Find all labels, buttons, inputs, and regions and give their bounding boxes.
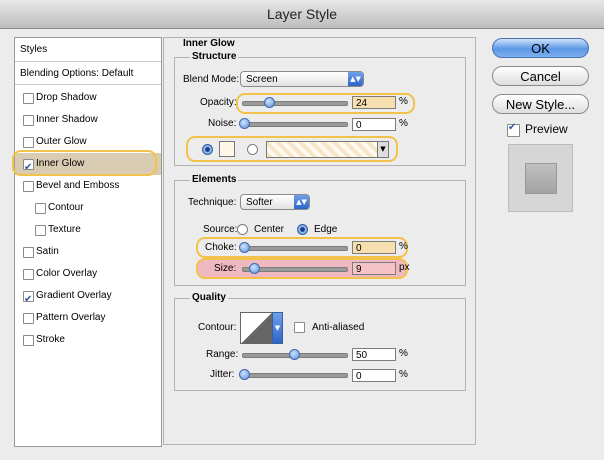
size-unit: px xyxy=(399,262,410,273)
panel-title: Inner Glow xyxy=(183,38,235,49)
blend-mode-value: Screen xyxy=(246,74,278,85)
checkbox[interactable] xyxy=(23,313,34,324)
technique-select[interactable]: Softer ▲▼ xyxy=(240,194,310,210)
style-item-label: Texture xyxy=(48,224,81,235)
blend-mode-label: Blend Mode: xyxy=(183,74,240,85)
jitter-unit: % xyxy=(399,369,408,380)
noise-slider[interactable] xyxy=(242,122,348,127)
quality-title: Quality xyxy=(190,292,228,303)
inner-glow-highlight xyxy=(12,150,157,176)
style-item-color-overlay[interactable]: Color Overlay xyxy=(15,263,161,285)
styles-header[interactable]: Styles xyxy=(15,38,161,62)
checkbox[interactable] xyxy=(23,181,34,192)
style-item-pattern-overlay[interactable]: Pattern Overlay xyxy=(15,307,161,329)
gradient-picker[interactable] xyxy=(266,141,389,158)
jitter-slider[interactable] xyxy=(242,373,348,378)
checkmark-icon[interactable] xyxy=(507,122,520,137)
choke-unit: % xyxy=(399,241,408,252)
source-label: Source: xyxy=(203,224,238,235)
noise-unit: % xyxy=(399,118,408,129)
contour-label: Contour: xyxy=(198,322,237,333)
choke-slider[interactable] xyxy=(242,246,348,251)
checkbox[interactable] xyxy=(35,225,46,236)
style-item-gradient-overlay[interactable]: Gradient Overlay xyxy=(15,285,161,311)
checkbox[interactable] xyxy=(23,137,34,148)
source-edge-label: Edge xyxy=(314,224,338,235)
style-item-label: Drop Shadow xyxy=(36,92,97,103)
source-center-label: Center xyxy=(254,224,285,235)
size-slider-knob[interactable] xyxy=(249,263,260,274)
style-item-texture[interactable]: Texture xyxy=(15,219,161,241)
range-unit: % xyxy=(399,348,408,359)
style-preview-thumbnail xyxy=(508,144,573,212)
checkbox[interactable] xyxy=(23,269,34,280)
style-item-stroke[interactable]: Stroke xyxy=(15,329,161,351)
jitter-input[interactable]: 0 xyxy=(352,369,396,382)
style-item-label: Pattern Overlay xyxy=(36,312,106,323)
choke-slider-knob[interactable] xyxy=(239,242,250,253)
checkbox[interactable] xyxy=(35,203,46,214)
checkbox[interactable] xyxy=(23,247,34,258)
opacity-slider-knob[interactable] xyxy=(264,97,275,108)
range-label: Range: xyxy=(206,349,239,360)
opacity-input[interactable]: 24 xyxy=(352,96,396,109)
checkbox[interactable] xyxy=(23,93,34,104)
checkmark-icon[interactable] xyxy=(23,289,34,311)
cancel-button[interactable]: Cancel xyxy=(492,66,589,86)
elements-title: Elements xyxy=(190,174,239,185)
chevron-down-icon[interactable]: ▼ xyxy=(377,141,389,158)
gradient-radio[interactable] xyxy=(247,144,258,155)
chevron-down-icon[interactable]: ▼ xyxy=(272,312,283,344)
structure-title: Structure xyxy=(190,51,239,62)
style-item-label: Satin xyxy=(36,246,59,257)
noise-input[interactable]: 0 xyxy=(352,118,396,131)
popup-arrow-icon: ▲▼ xyxy=(294,195,309,209)
style-item-label: Bevel and Emboss xyxy=(36,180,120,191)
blend-mode-select[interactable]: Screen ▲▼ xyxy=(240,71,364,87)
style-item-label: Stroke xyxy=(36,334,65,345)
styles-list: Styles Blending Options: Default Drop Sh… xyxy=(14,37,162,447)
preview-label: Preview xyxy=(525,122,568,136)
style-item-bevel-emboss[interactable]: Bevel and Emboss xyxy=(15,175,161,197)
jitter-slider-knob[interactable] xyxy=(239,369,250,380)
opacity-label: Opacity: xyxy=(200,97,237,108)
style-item-contour[interactable]: Contour xyxy=(15,197,161,219)
noise-label: Noise: xyxy=(208,118,237,129)
style-item-label: Color Overlay xyxy=(36,268,98,279)
blending-options-item[interactable]: Blending Options: Default xyxy=(15,63,161,85)
size-input[interactable]: 9 xyxy=(352,262,396,275)
color-swatch[interactable] xyxy=(219,141,235,157)
jitter-label: Jitter: xyxy=(210,369,235,380)
choke-label: Choke: xyxy=(205,242,237,253)
source-edge-radio[interactable] xyxy=(297,224,308,235)
new-style-button[interactable]: New Style... xyxy=(492,94,589,114)
checkbox[interactable] xyxy=(23,115,34,126)
opacity-unit: % xyxy=(399,96,408,107)
antialiased-checkbox[interactable] xyxy=(294,322,305,333)
preview-swatch xyxy=(525,163,557,194)
size-label: Size: xyxy=(214,263,237,274)
source-center-radio[interactable] xyxy=(237,224,248,235)
style-item-inner-shadow[interactable]: Inner Shadow xyxy=(15,109,161,131)
range-slider-knob[interactable] xyxy=(289,349,300,360)
noise-slider-knob[interactable] xyxy=(239,118,250,129)
choke-input[interactable]: 0 xyxy=(352,241,396,254)
style-item-label: Gradient Overlay xyxy=(36,290,112,301)
antialiased-label: Anti-aliased xyxy=(312,322,365,333)
style-item-label: Contour xyxy=(48,202,84,213)
contour-preview[interactable] xyxy=(240,312,274,344)
window-title: Layer Style xyxy=(0,0,604,29)
technique-value: Softer xyxy=(246,197,273,208)
range-input[interactable]: 50 xyxy=(352,348,396,361)
color-radio[interactable] xyxy=(202,144,213,155)
style-item-label: Inner Shadow xyxy=(36,114,98,125)
checkbox[interactable] xyxy=(23,335,34,346)
popup-arrow-icon: ▲▼ xyxy=(348,72,363,86)
ok-button[interactable]: OK xyxy=(492,38,589,58)
style-item-drop-shadow[interactable]: Drop Shadow xyxy=(15,87,161,109)
technique-label: Technique: xyxy=(188,197,237,208)
style-item-satin[interactable]: Satin xyxy=(15,241,161,263)
opacity-slider[interactable] xyxy=(242,101,348,106)
